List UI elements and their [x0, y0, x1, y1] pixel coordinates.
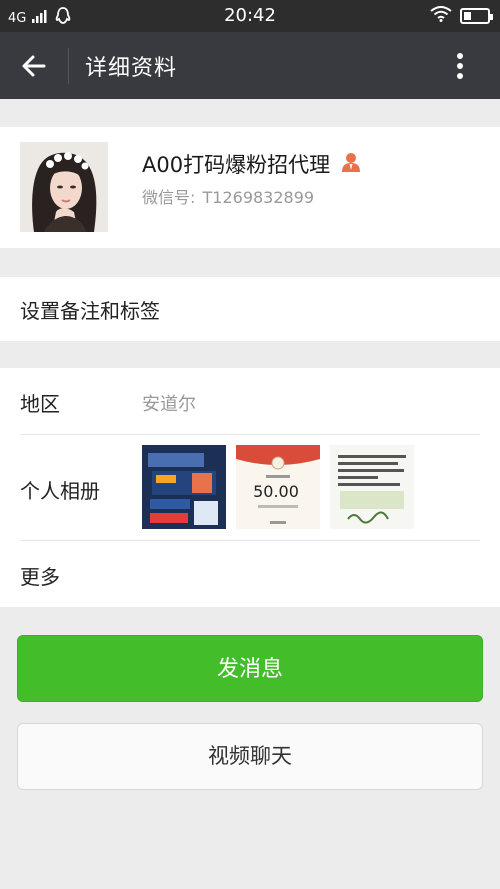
wechat-id-label: 微信号: [142, 188, 196, 207]
region-label: 地区 [20, 392, 60, 416]
avatar[interactable] [20, 142, 108, 232]
clock: 20:42 [224, 5, 276, 26]
app-bar: 详细资料 [0, 32, 500, 99]
video-call-button[interactable]: 视频聊天 [17, 723, 483, 790]
appbar-divider [68, 48, 69, 84]
status-right [430, 6, 493, 26]
profile-card[interactable]: A00打码爆粉招代理 微信号: T1269832899 [0, 127, 500, 248]
battery-icon [460, 8, 493, 24]
status-bar: 4G 20:42 [0, 0, 500, 32]
wechat-id-row: 微信号: T1269832899 [142, 184, 316, 208]
send-message-button[interactable]: 发消息 [17, 635, 483, 702]
back-arrow-icon[interactable] [18, 50, 50, 82]
album-thumbnail-3[interactable] [330, 445, 414, 529]
page-title: 详细资料 [85, 56, 178, 81]
set-remark-tags-label: 设置备注和标签 [20, 299, 160, 323]
more-row[interactable]: 更多 [0, 541, 500, 607]
wifi-icon [430, 6, 452, 26]
contact-name: A00打码爆粉招代理 [142, 153, 331, 177]
region-row: 地区 安道尔 [0, 368, 500, 435]
album-thumbnail-1[interactable] [142, 445, 226, 529]
red-packet-amount: 50.00 [253, 482, 299, 501]
name-row: A00打码爆粉招代理 [142, 149, 362, 179]
region-value: 安道尔 [142, 394, 196, 415]
set-remark-tags-row[interactable]: 设置备注和标签 [0, 277, 500, 341]
more-options-icon[interactable] [442, 48, 478, 84]
album-label: 个人相册 [20, 479, 100, 503]
wechat-id-value: T1269832899 [202, 188, 315, 207]
info-group: 地区 安道尔 个人相册 50.00 更多 [0, 368, 500, 607]
album-thumbnail-2[interactable]: 50.00 [236, 445, 320, 529]
more-label: 更多 [20, 565, 60, 589]
person-icon [340, 151, 362, 177]
